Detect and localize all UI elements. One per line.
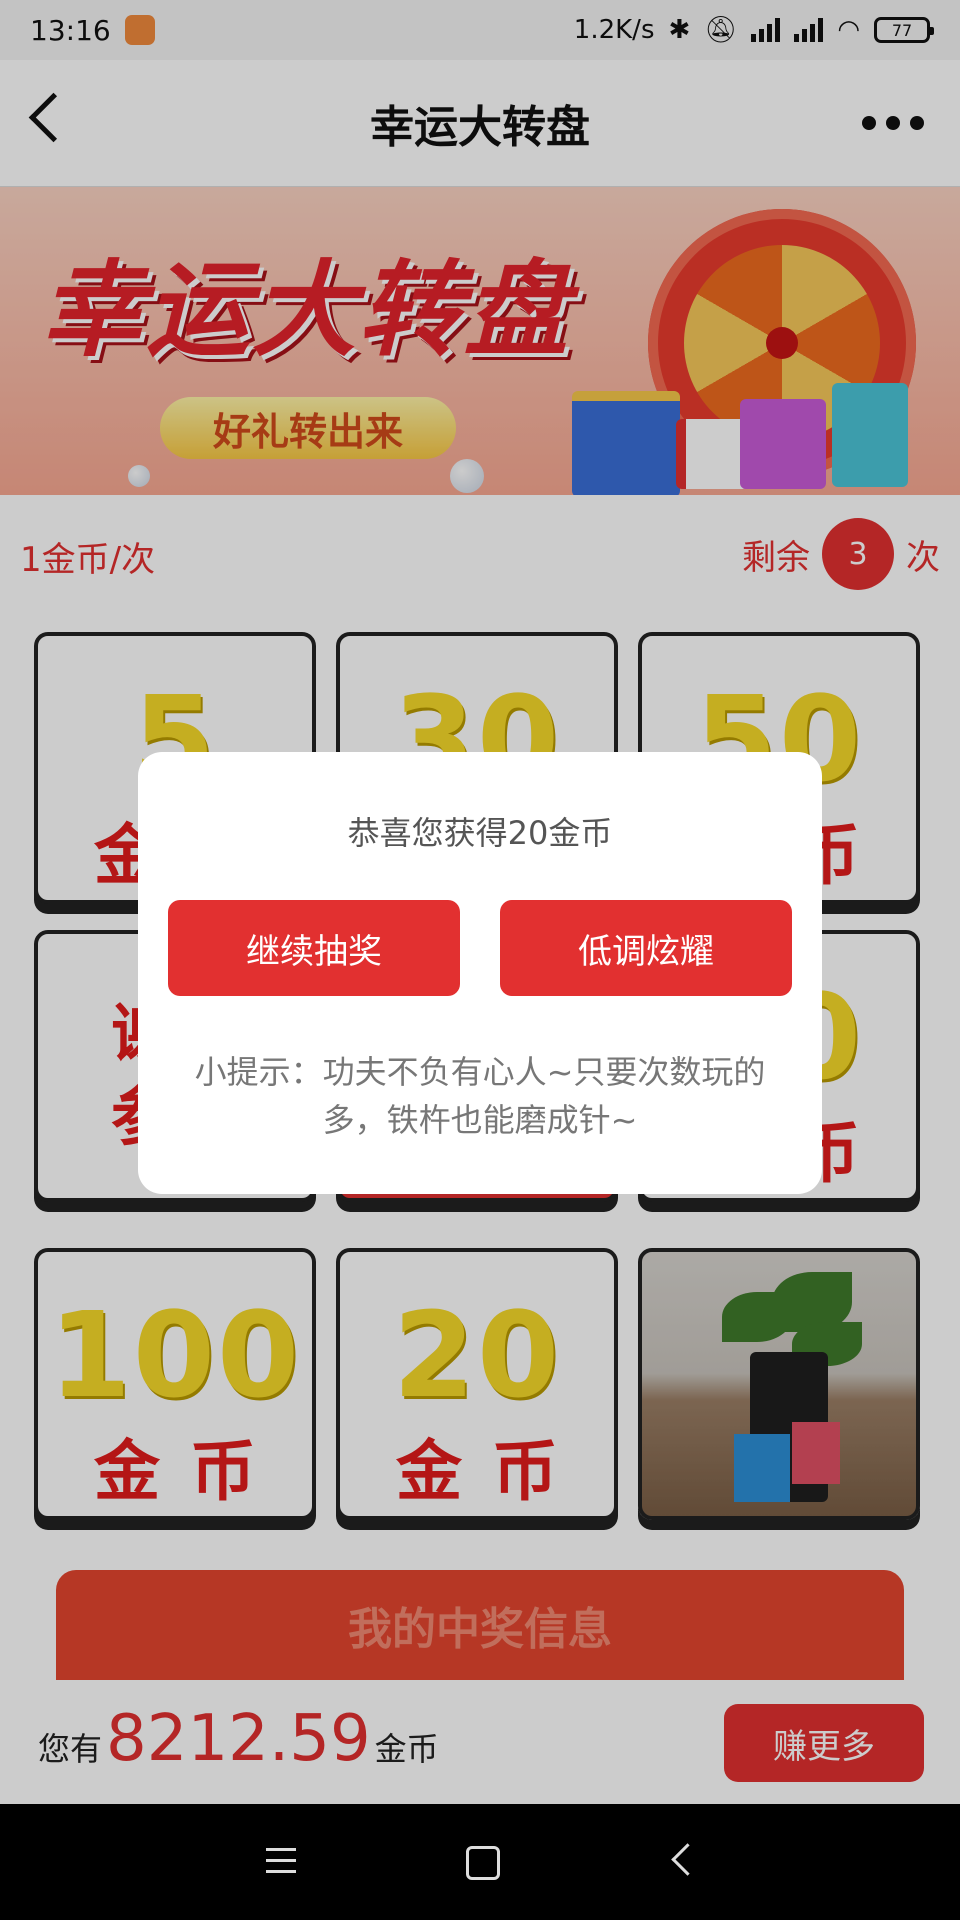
dialog-title: 恭喜您获得20金币	[347, 814, 613, 852]
nav-back-icon[interactable]	[671, 1843, 704, 1876]
dialog-tip: 小提示：功夫不负有心人~只要次数玩的多，铁杵也能磨成针~	[194, 1053, 766, 1139]
recent-apps-icon[interactable]	[266, 1848, 296, 1881]
share-button[interactable]: 低调炫耀	[500, 900, 792, 996]
result-dialog: 恭喜您获得20金币 继续抽奖 低调炫耀 小提示：功夫不负有心人~只要次数玩的多，…	[138, 752, 822, 1194]
home-icon[interactable]	[466, 1846, 500, 1880]
continue-draw-button[interactable]: 继续抽奖	[168, 900, 460, 996]
system-nav-bar	[0, 1804, 960, 1920]
